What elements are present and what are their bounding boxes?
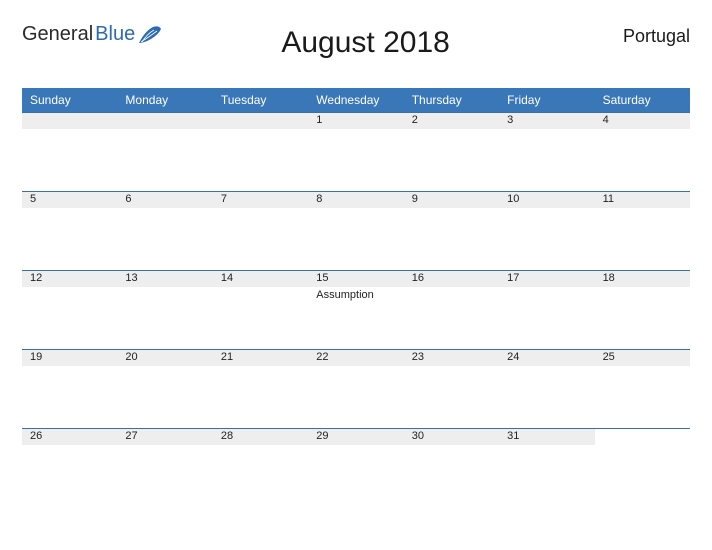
day-header: Saturday — [595, 89, 690, 112]
calendar-week: 12131415Assumption161718 — [22, 270, 690, 349]
calendar-cell: 21 — [213, 349, 308, 428]
calendar-grid: 123456789101112131415Assumption161718192… — [22, 112, 690, 507]
holiday-label: Assumption — [308, 287, 403, 302]
date-number: 13 — [117, 271, 212, 287]
date-number: 19 — [22, 350, 117, 366]
date-number: 26 — [22, 429, 117, 445]
date-number: 3 — [499, 113, 594, 129]
date-number — [22, 113, 117, 129]
date-number: 24 — [499, 350, 594, 366]
page-title: August 2018 — [161, 22, 570, 60]
calendar-cell — [595, 428, 690, 507]
date-number: 28 — [213, 429, 308, 445]
calendar-cell: 9 — [404, 191, 499, 270]
calendar-cell: 2 — [404, 112, 499, 191]
day-header: Tuesday — [213, 89, 308, 112]
date-number: 25 — [595, 350, 690, 366]
calendar-cell: 11 — [595, 191, 690, 270]
calendar-cell: 24 — [499, 349, 594, 428]
calendar-cell: 25 — [595, 349, 690, 428]
logo-text-blue: Blue — [95, 24, 135, 44]
date-number: 1 — [308, 113, 403, 129]
date-number: 23 — [404, 350, 499, 366]
day-header-row: Sunday Monday Tuesday Wednesday Thursday… — [22, 88, 690, 112]
day-header: Sunday — [22, 89, 117, 112]
date-number: 31 — [499, 429, 594, 445]
date-number: 5 — [22, 192, 117, 208]
calendar-cell: 15Assumption — [308, 270, 403, 349]
calendar-cell: 18 — [595, 270, 690, 349]
date-number: 21 — [213, 350, 308, 366]
date-number: 15 — [308, 271, 403, 287]
calendar-cell — [117, 112, 212, 191]
calendar-cell: 16 — [404, 270, 499, 349]
logo-text-general: General — [22, 24, 93, 44]
calendar-cell: 13 — [117, 270, 212, 349]
calendar-cell: 8 — [308, 191, 403, 270]
date-number: 30 — [404, 429, 499, 445]
calendar-cell: 27 — [117, 428, 212, 507]
date-number: 20 — [117, 350, 212, 366]
calendar-week: 1234 — [22, 112, 690, 191]
calendar-cell: 7 — [213, 191, 308, 270]
calendar-cell: 29 — [308, 428, 403, 507]
calendar-cell: 26 — [22, 428, 117, 507]
date-number — [117, 113, 212, 129]
date-number: 17 — [499, 271, 594, 287]
date-number: 18 — [595, 271, 690, 287]
calendar-cell: 31 — [499, 428, 594, 507]
day-header: Wednesday — [308, 89, 403, 112]
calendar-cell: 10 — [499, 191, 594, 270]
day-header: Friday — [499, 89, 594, 112]
calendar-cell: 22 — [308, 349, 403, 428]
calendar-cell: 17 — [499, 270, 594, 349]
date-number: 29 — [308, 429, 403, 445]
calendar-week: 262728293031 — [22, 428, 690, 507]
calendar-cell: 6 — [117, 191, 212, 270]
date-number — [595, 429, 690, 445]
date-number: 8 — [308, 192, 403, 208]
calendar-cell: 30 — [404, 428, 499, 507]
day-header: Thursday — [404, 89, 499, 112]
header: GeneralBlue August 2018 Portugal — [22, 22, 690, 70]
calendar-cell: 4 — [595, 112, 690, 191]
date-number — [213, 113, 308, 129]
logo-globe-icon — [139, 25, 161, 45]
calendar-cell: 14 — [213, 270, 308, 349]
date-number: 9 — [404, 192, 499, 208]
date-number: 14 — [213, 271, 308, 287]
calendar-cell: 23 — [404, 349, 499, 428]
date-number: 4 — [595, 113, 690, 129]
logo: GeneralBlue — [22, 22, 161, 45]
calendar-cell: 12 — [22, 270, 117, 349]
calendar-cell: 5 — [22, 191, 117, 270]
date-number: 22 — [308, 350, 403, 366]
date-number: 6 — [117, 192, 212, 208]
calendar-cell: 3 — [499, 112, 594, 191]
day-header: Monday — [117, 89, 212, 112]
calendar-week: 567891011 — [22, 191, 690, 270]
date-number: 11 — [595, 192, 690, 208]
date-number: 7 — [213, 192, 308, 208]
calendar-week: 19202122232425 — [22, 349, 690, 428]
calendar-cell: 19 — [22, 349, 117, 428]
calendar-cell: 1 — [308, 112, 403, 191]
date-number: 10 — [499, 192, 594, 208]
region-label: Portugal — [570, 22, 690, 47]
date-number: 2 — [404, 113, 499, 129]
calendar-cell: 20 — [117, 349, 212, 428]
date-number: 12 — [22, 271, 117, 287]
calendar-cell — [213, 112, 308, 191]
calendar-cell: 28 — [213, 428, 308, 507]
calendar-cell — [22, 112, 117, 191]
date-number: 27 — [117, 429, 212, 445]
date-number: 16 — [404, 271, 499, 287]
